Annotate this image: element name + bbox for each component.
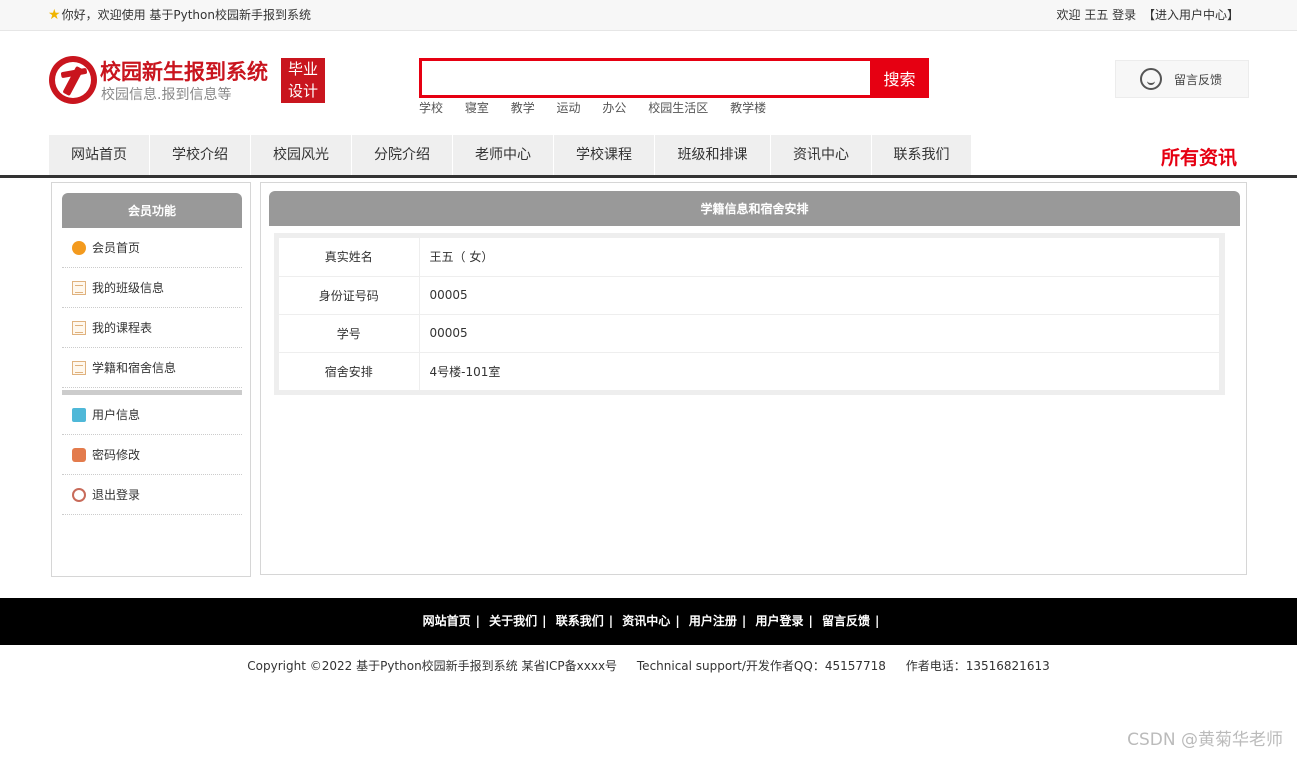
document-icon (72, 360, 86, 375)
footer-link-about[interactable]: 关于我们 (489, 614, 537, 628)
clipboard-icon (72, 407, 86, 422)
footer-link-news[interactable]: 资讯中心 (622, 614, 670, 628)
field-value: 王五（ 女） (419, 238, 1219, 277)
field-label: 身份证号码 (279, 276, 420, 315)
phone-text: 作者电话：13516821613 (905, 659, 1050, 673)
sidebar-item-label: 我的课程表 (92, 321, 153, 335)
sidebar-item-enrollment-dorm[interactable]: 学籍和宿舍信息 (62, 348, 242, 388)
home-icon (72, 240, 86, 255)
hot-keyword[interactable]: 校园生活区 (648, 101, 708, 115)
sidebar-item-my-schedule[interactable]: 我的课程表 (62, 308, 242, 348)
logo-icon[interactable] (49, 56, 97, 104)
badge-line2: 设计 (287, 82, 318, 100)
site-title[interactable]: 校园新生报到系统 (100, 56, 268, 86)
support-text: Technical support/开发作者QQ：45157718 (636, 659, 886, 673)
sidebar-item-label: 用户信息 (92, 408, 141, 422)
nav-item-courses[interactable]: 学校课程 (554, 135, 655, 175)
hot-keyword[interactable]: 寝室 (465, 101, 489, 115)
nav-item-contact[interactable]: 联系我们 (872, 135, 972, 175)
hot-keyword[interactable]: 教学楼 (730, 101, 766, 115)
footer-link-contact[interactable]: 联系我们 (556, 614, 604, 628)
customer-service-icon (1140, 68, 1162, 90)
nav-divider (0, 175, 1297, 178)
table-row: 身份证号码 00005 (279, 276, 1219, 315)
search-box: 搜索 (419, 58, 929, 98)
sidebar-item-label: 我的班级信息 (92, 281, 165, 295)
info-table-wrapper: 真实姓名 王五（ 女） 身份证号码 00005 学号 00005 宿舍安排 4号… (274, 233, 1225, 395)
table-row: 宿舍安排 4号楼-101室 (279, 352, 1219, 391)
table-row: 真实姓名 王五（ 女） (279, 238, 1219, 277)
welcome-text: 你好，欢迎使用 基于Python校园新手报到系统 (61, 8, 311, 22)
top-bar: ★ 你好，欢迎使用 基于Python校园新手报到系统 欢迎 王五 登录 【进入用… (0, 0, 1297, 31)
document-icon (72, 320, 86, 335)
sidebar-item-label: 学籍和宿舍信息 (92, 361, 177, 375)
login-greeting: 欢迎 王五 登录 (1056, 8, 1137, 22)
feedback-button[interactable]: 留言反馈 (1115, 60, 1249, 98)
sidebar-item-label: 退出登录 (92, 488, 141, 502)
nav-item-home[interactable]: 网站首页 (49, 135, 150, 175)
graduation-badge: 毕业 设计 (281, 58, 325, 103)
all-news-link[interactable]: 所有资讯 (1161, 143, 1237, 170)
sidebar-item-user-info[interactable]: 用户信息 (62, 395, 242, 435)
hot-keyword[interactable]: 学校 (419, 101, 443, 115)
content-panel: 学籍信息和宿舍安排 真实姓名 王五（ 女） 身份证号码 00005 学号 000… (260, 182, 1247, 575)
field-label: 真实姓名 (279, 238, 420, 277)
field-label: 宿舍安排 (279, 352, 420, 391)
watermark: CSDN @黄菊华老师 (1127, 730, 1283, 750)
sidebar-item-label: 会员首页 (92, 241, 141, 255)
hot-keyword[interactable]: 运动 (557, 101, 581, 115)
footer-link-feedback[interactable]: 留言反馈 (822, 614, 870, 628)
copyright: Copyright ©2022 基于Python校园新手报到系统 某省ICP备x… (0, 657, 1297, 674)
document-icon (72, 280, 86, 295)
enrollment-info-table: 真实姓名 王五（ 女） 身份证号码 00005 学号 00005 宿舍安排 4号… (279, 238, 1219, 391)
hot-keyword[interactable]: 办公 (602, 101, 626, 115)
footer-link-home[interactable]: 网站首页 (423, 614, 471, 628)
sidebar-item-change-password[interactable]: 密码修改 (62, 435, 242, 475)
panel-title: 学籍信息和宿舍安排 (269, 191, 1240, 226)
nav-item-teachers[interactable]: 老师中心 (453, 135, 554, 175)
footer-link-login[interactable]: 用户登录 (755, 614, 803, 628)
hot-keywords: 学校 寝室 教学 运动 办公 校园生活区 教学楼 (419, 99, 784, 116)
star-icon: ★ (48, 6, 61, 23)
site-subtitle: 校园信息.报到信息等 (101, 87, 232, 103)
badge-line1: 毕业 (287, 60, 318, 78)
footer-links: 网站首页 | 关于我们 | 联系我们 | 资讯中心 | 用户注册 | 用户登录 | 留言反馈… (0, 598, 1297, 645)
copyright-text: Copyright ©2022 基于Python校园新手报到系统 某省ICP备x… (247, 659, 618, 673)
sidebar-item-my-class[interactable]: 我的班级信息 (62, 268, 242, 308)
user-center-link[interactable]: 【进入用户中心】 (1143, 8, 1239, 22)
search-input[interactable] (422, 61, 870, 95)
nav-item-colleges[interactable]: 分院介绍 (352, 135, 453, 175)
hot-keyword[interactable]: 教学 (511, 101, 535, 115)
sidebar-item-logout[interactable]: 退出登录 (62, 475, 242, 515)
sidebar-title: 会员功能 (62, 193, 242, 228)
sidebar-item-label: 密码修改 (92, 448, 141, 462)
nav-item-campus-scenery[interactable]: 校园风光 (251, 135, 352, 175)
field-label: 学号 (279, 314, 420, 353)
member-sidebar: 会员功能 会员首页 我的班级信息 我的课程表 学籍和宿舍信息 用户信息 密码修改… (51, 182, 251, 577)
nav-item-classes[interactable]: 班级和排课 (655, 135, 771, 175)
field-value: 00005 (419, 276, 1219, 315)
welcome-message: ★ 你好，欢迎使用 基于Python校园新手报到系统 (48, 6, 311, 23)
field-value: 4号楼-101室 (419, 352, 1219, 391)
power-icon (72, 487, 86, 502)
search-button[interactable]: 搜索 (870, 58, 929, 98)
table-row: 学号 00005 (279, 314, 1219, 353)
user-status: 欢迎 王五 登录 【进入用户中心】 (1054, 6, 1239, 23)
field-value: 00005 (419, 314, 1219, 353)
lock-icon (72, 447, 86, 462)
sidebar-item-member-home[interactable]: 会员首页 (62, 228, 242, 268)
footer-link-register[interactable]: 用户注册 (689, 614, 737, 628)
nav-item-news[interactable]: 资讯中心 (771, 135, 872, 175)
main-nav: 网站首页 学校介绍 校园风光 分院介绍 老师中心 学校课程 班级和排课 资讯中心… (49, 135, 972, 175)
nav-item-school-intro[interactable]: 学校介绍 (150, 135, 251, 175)
feedback-label: 留言反馈 (1174, 72, 1223, 87)
